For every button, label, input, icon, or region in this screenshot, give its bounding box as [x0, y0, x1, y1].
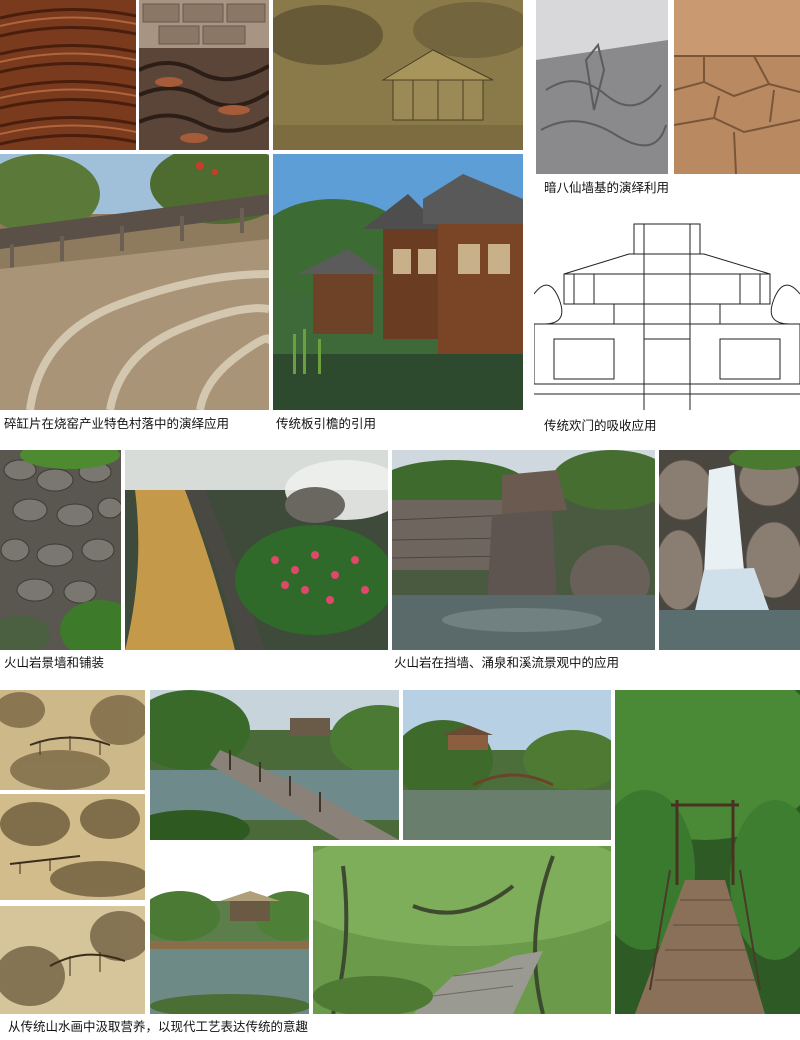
- caption-volcanic-wall: 火山岩景墙和铺装: [4, 655, 105, 670]
- photo-volcanic-retaining-wall-spring: [392, 450, 655, 650]
- photo-wooden-bridge-pond: [150, 690, 399, 840]
- photo-volcanic-waterfall: [659, 450, 800, 650]
- caption-landscape-painting: 从传统山水画中汲取营养，以现代工艺表达传统的意趣: [8, 1019, 309, 1034]
- photo-volcanic-path-flowers: [125, 450, 388, 650]
- photo-wooden-eave-houses: [273, 154, 523, 410]
- painting-bridge-landscape-2: [0, 794, 145, 900]
- drawing-traditional-gate: [534, 214, 800, 410]
- caption-volcanic-stream: 火山岩在挡墙、涌泉和溪流景观中的应用: [394, 655, 620, 670]
- caption-eaves: 传统板引檐的引用: [276, 416, 377, 431]
- photo-volcanic-wall: [0, 450, 121, 650]
- photo-arch-bridge-pavilion: [403, 690, 611, 840]
- photo-ancient-painting-pavilion: [273, 0, 523, 150]
- caption-wall-base: 暗八仙墙基的演绎利用: [544, 180, 670, 195]
- photo-thatched-pavilion-lake: [150, 846, 309, 1014]
- photo-forest-boardwalk: [615, 690, 800, 1014]
- painting-bridge-landscape-1: [0, 690, 145, 790]
- caption-gate: 传统欢门的吸收应用: [544, 418, 657, 433]
- photo-gravel-terrace-village: [0, 154, 269, 410]
- photo-woodland-stepping-path: [313, 846, 611, 1014]
- photo-tile-shard-wall: [139, 0, 269, 150]
- photo-roof-tiles-stacked: [0, 0, 136, 150]
- painting-bridge-landscape-3: [0, 906, 145, 1014]
- caption-tile-village: 碎缸片在烧窑产业特色村落中的演绎应用: [4, 416, 230, 431]
- photo-stone-wall-base: [674, 0, 800, 174]
- photo-carved-stone-wall: [536, 0, 668, 174]
